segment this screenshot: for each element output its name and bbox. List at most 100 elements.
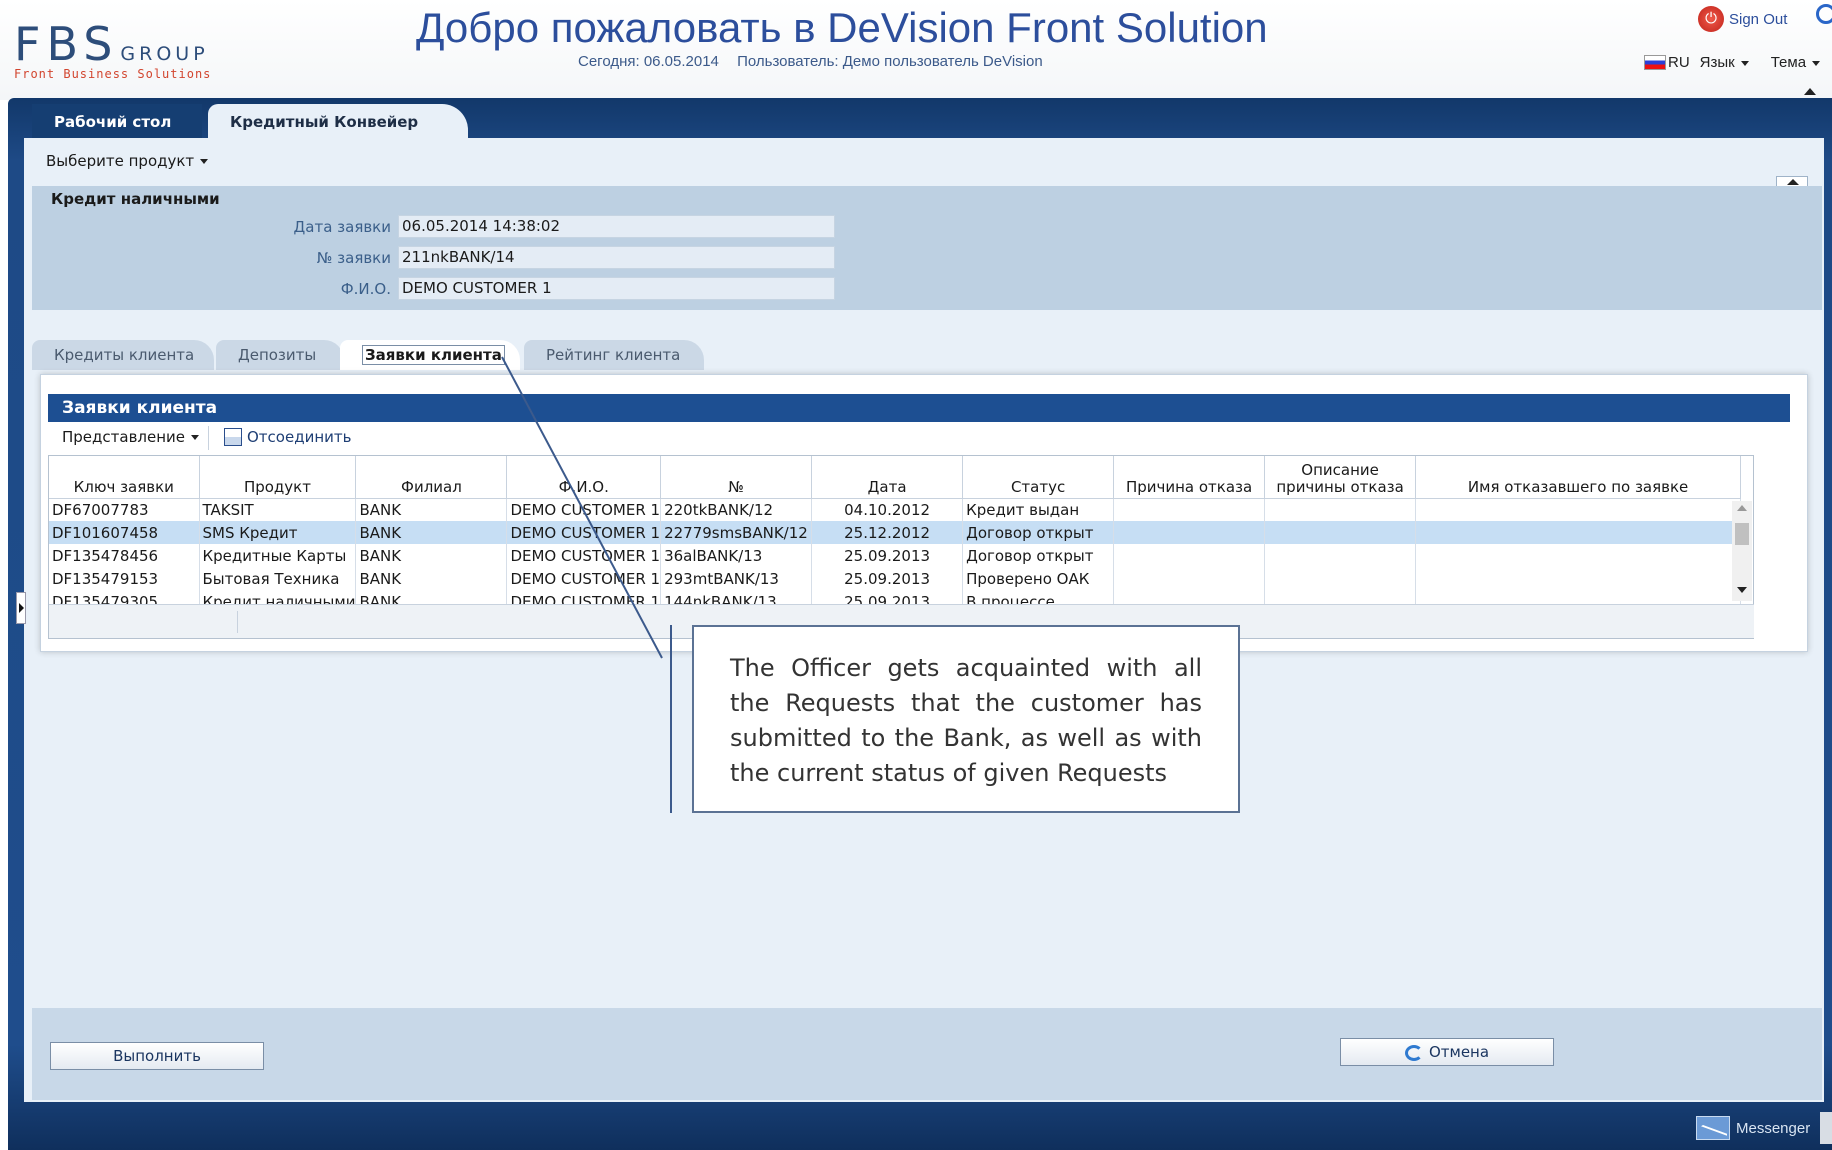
column-header[interactable]: Ключ заявки <box>49 456 200 499</box>
table-cell: BANK <box>355 498 508 521</box>
tab-desktop[interactable]: Рабочий стол <box>32 104 202 140</box>
table-row[interactable]: DF67007783 TAKSIT BANK DEMO CUSTOMER 1 2… <box>49 498 1742 521</box>
column-header[interactable]: Ф.И.О. <box>506 456 662 499</box>
app-window: FBS GROUP Front Business Solutions Добро … <box>0 0 1832 1150</box>
chevron-down-icon <box>1812 60 1821 66</box>
table-header-row: Ключ заявки Продукт Филиал Ф.И.О. № Дата… <box>49 456 1742 499</box>
language-menu[interactable]: Язык <box>1700 54 1749 71</box>
table-cell: DEMO CUSTOMER 1 <box>506 567 662 590</box>
scroll-down-icon[interactable] <box>1737 587 1747 593</box>
power-icon: ⏻ <box>1698 6 1724 32</box>
execute-button[interactable]: Выполнить <box>50 1042 264 1070</box>
table-cell: DF135479153 <box>49 567 200 590</box>
table-cell <box>1415 498 1742 521</box>
full-name-label: Ф.И.О. <box>340 280 391 298</box>
today-date: Сегодня: 06.05.2014 <box>578 53 719 70</box>
table-cell: Договор открыт <box>962 544 1115 567</box>
column-header[interactable]: Дата <box>811 456 964 499</box>
language-theme-bar: RU Язык Тема <box>1644 54 1821 71</box>
tab-label: Рейтинг клиента <box>546 346 681 364</box>
full-name-field[interactable]: DEMO CUSTOMER 1 <box>398 277 835 300</box>
tab-customer-credits[interactable]: Кредиты клиента <box>32 340 214 370</box>
column-header[interactable]: Продукт <box>199 456 357 499</box>
product-select[interactable]: Выберите продукт <box>46 152 209 170</box>
column-header[interactable]: Имя отказавшего по заявке <box>1415 456 1742 499</box>
requests-title: Заявки клиента <box>48 394 1790 422</box>
side-panel-toggle[interactable] <box>16 592 26 624</box>
scroll-up-icon[interactable] <box>1737 505 1747 511</box>
table-cell: SMS Кредит <box>199 521 357 544</box>
chevron-down-icon <box>200 159 209 164</box>
application-number-field[interactable]: 211nkBANK/14 <box>398 246 835 269</box>
tab-label: Депозиты <box>238 346 317 364</box>
application-date-label: Дата заявки <box>293 218 391 236</box>
detach-button[interactable]: Отсоединить <box>224 428 351 446</box>
table-cell: 25.09.2013 <box>811 544 964 567</box>
cancel-label: Отмена <box>1428 1043 1490 1061</box>
scroll-up-icon[interactable] <box>1804 88 1816 95</box>
table-scrollbar[interactable] <box>1732 501 1752 601</box>
tab-deposits[interactable]: Депозиты <box>216 340 344 370</box>
header: FBS GROUP Front Business Solutions Добро … <box>0 0 1832 100</box>
logo-text: FBS <box>14 17 119 71</box>
table-cell: 25.09.2013 <box>811 567 964 590</box>
session-info: Сегодня: 06.05.2014 Пользователь: Демо п… <box>578 53 1057 70</box>
column-header[interactable]: № <box>660 456 813 499</box>
table-cell: 220tkBANK/12 <box>660 498 813 521</box>
callout-bracket <box>670 625 672 813</box>
table-cell: 22779smsBANK/12 <box>660 521 813 544</box>
table-row-selected[interactable]: DF101607458 SMS Кредит BANK DEMO CUSTOME… <box>49 521 1742 544</box>
table-cell: Кредит выдан <box>962 498 1115 521</box>
table-row[interactable]: DF135479153 Бытовая Техника BANK DEMO CU… <box>49 567 1742 590</box>
table-row[interactable]: DF135478456 Кредитные Карты BANK DEMO CU… <box>49 544 1742 567</box>
table-cell <box>1415 567 1742 590</box>
table-cell: Бытовая Техника <box>199 567 357 590</box>
tab-customer-rating[interactable]: Рейтинг клиента <box>524 340 704 370</box>
sign-out-label: Sign Out <box>1729 10 1788 28</box>
tab-customer-requests[interactable]: Заявки клиента <box>340 340 520 370</box>
product-title: Кредит наличными <box>51 190 220 208</box>
footer-divider <box>237 611 238 633</box>
table-cell: DF135478456 <box>49 544 200 567</box>
messenger-button[interactable]: Messenger <box>1696 1116 1810 1140</box>
tab-credit-conveyor[interactable]: Кредитный Конвейер <box>208 104 468 140</box>
messenger-scroll[interactable] <box>1820 1112 1832 1144</box>
logo-subtitle: Front Business Solutions <box>14 67 212 81</box>
russia-flag-icon <box>1644 55 1666 70</box>
logo-group-text: GROUP <box>120 43 209 65</box>
table-cell: Проверено ОАК <box>962 567 1115 590</box>
application-number-label: № заявки <box>316 249 391 267</box>
application-date-field[interactable]: 06.05.2014 14:38:02 <box>398 215 835 238</box>
table-cell: 36alBANK/13 <box>660 544 813 567</box>
column-header[interactable]: Описание причины отказа <box>1264 456 1417 499</box>
tab-label: Заявки клиента <box>362 345 505 365</box>
table-cell: 04.10.2012 <box>811 498 964 521</box>
table-cell: DEMO CUSTOMER 1 <box>506 521 662 544</box>
product-select-label: Выберите продукт <box>46 152 195 170</box>
column-header[interactable]: Филиал <box>355 456 508 499</box>
table-cell: 293mtBANK/13 <box>660 567 813 590</box>
table-cell <box>1415 544 1742 567</box>
toolbar-divider <box>208 426 209 450</box>
column-header[interactable]: Статус <box>962 456 1115 499</box>
column-header[interactable]: Причина отказа <box>1113 456 1266 499</box>
callout-annotation: The Officer gets acquainted with all the… <box>692 625 1240 813</box>
chevron-down-icon <box>191 435 200 440</box>
sign-out-button[interactable]: ⏻ Sign Out <box>1698 6 1787 32</box>
cancel-button[interactable]: Отмена <box>1340 1038 1554 1066</box>
table-cell <box>1264 521 1417 544</box>
view-menu-label: Представление <box>62 428 186 446</box>
table-cell: BANK <box>355 521 508 544</box>
view-menu-button[interactable]: Представление <box>62 428 200 446</box>
table-cell <box>1264 498 1417 521</box>
table-cell <box>1264 567 1417 590</box>
table-cell: BANK <box>355 544 508 567</box>
language-menu-label: Язык <box>1699 54 1735 71</box>
mail-icon <box>1696 1116 1730 1140</box>
theme-menu-label: Тема <box>1770 54 1807 71</box>
scroll-thumb[interactable] <box>1735 523 1749 545</box>
theme-menu[interactable]: Тема <box>1770 54 1821 71</box>
table-cell: DEMO CUSTOMER 1 <box>506 498 662 521</box>
current-user: Пользователь: Демо пользователь DeVision <box>737 53 1043 70</box>
search-icon[interactable] <box>1816 4 1832 24</box>
